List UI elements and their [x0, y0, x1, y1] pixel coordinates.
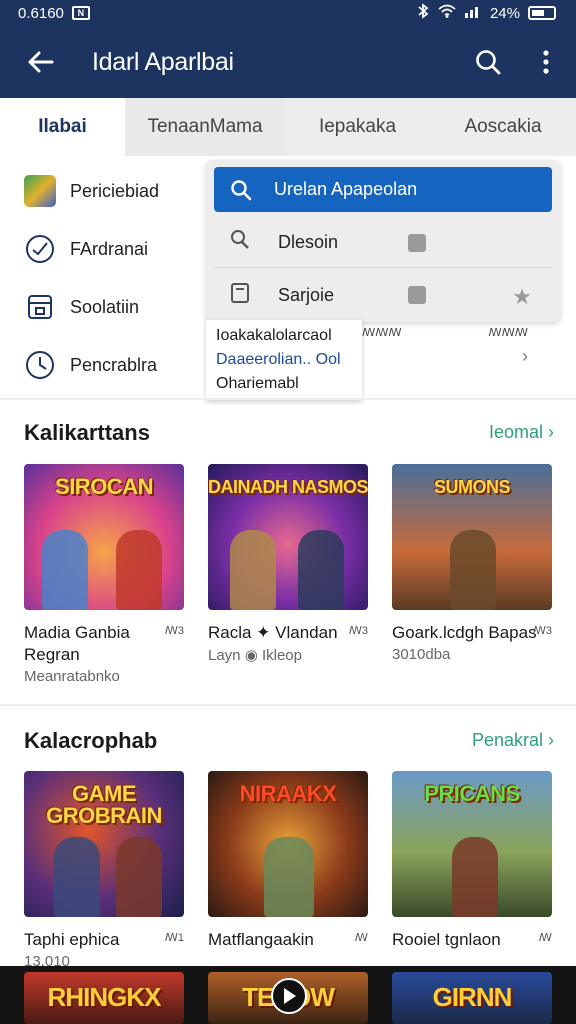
side-menu: Periciebiad FArdranai Soolatiin Pencrabl…: [0, 162, 200, 394]
chevron-right-icon[interactable]: ›: [522, 346, 528, 367]
play-button[interactable]: [271, 978, 307, 1014]
menu-item-2[interactable]: Soolatiin: [0, 278, 200, 336]
card-rating: ꟿ1: [164, 932, 184, 944]
suggestion-line-2: Daaeerolian.. Ool: [216, 351, 341, 368]
page-title: Idarl Aparlbai: [92, 48, 234, 76]
arrow-left-icon: [28, 51, 54, 73]
dropdown-search-text: Urelan Apapeolan: [274, 179, 418, 199]
search-person-icon: [228, 228, 256, 257]
back-button[interactable]: [22, 44, 58, 80]
dropdown-search-field[interactable]: Urelan Apapeolan: [214, 167, 552, 212]
search-icon: [231, 179, 252, 200]
menu-item-0[interactable]: Periciebiad: [0, 162, 200, 220]
card-name: Taphi ephica: [24, 930, 120, 949]
store-icon: [24, 291, 56, 323]
game-thumbnail: GAME GROBRAIN: [24, 771, 184, 917]
menu-item-1[interactable]: FArdranai: [0, 220, 200, 278]
app-icon: [24, 175, 56, 207]
status-bar: 0.6160 N 24%: [0, 0, 576, 26]
bookmark-icon: [408, 233, 426, 252]
suggestion-line-1: Ioakakalolarcaol: [216, 327, 332, 344]
section-see-more-link[interactable]: Ieomal ›: [489, 422, 554, 443]
search-icon: [476, 50, 501, 75]
dropdown-row-0[interactable]: Dlesoin: [214, 218, 552, 268]
suggestion-side-text: ꟿꟿꟿ: [362, 327, 402, 339]
status-time: 0.6160: [18, 4, 64, 22]
game-card[interactable]: DAINADH NASMOS Racla ✦ Vlandan Layn ◉ Ik…: [208, 464, 368, 664]
more-options-button[interactable]: [532, 44, 560, 80]
dropdown-row-1[interactable]: Sarjoie ★: [214, 270, 552, 320]
clock-icon: [24, 349, 56, 381]
card-rating: ꟿ: [354, 932, 368, 944]
card-name: Goark.lcdgh Bapas: [392, 623, 537, 642]
game-card[interactable]: GAME GROBRAIN Taphi ephica 13.010 ꟿ1: [24, 771, 184, 970]
notification-icon: N: [71, 6, 90, 20]
app-bar: Idarl Aparlbai: [0, 26, 576, 98]
check-circle-icon: [24, 233, 56, 265]
star-icon[interactable]: ★: [512, 284, 532, 310]
game-thumbnail: SUMONS: [392, 464, 552, 610]
thumbnail-title: SUMONS: [433, 477, 511, 497]
section-title: Kalikarttans: [24, 420, 150, 445]
card-name: Rooiel tgnlaon: [392, 930, 501, 949]
card-rating: ꟿ3: [348, 625, 368, 637]
preview-card[interactable]: GIRNN: [392, 972, 552, 1024]
game-thumbnail: SIROCAN: [24, 464, 184, 610]
card-name: Racla ✦ Vlandan: [208, 623, 338, 642]
game-card[interactable]: SUMONS Goark.lcdgh Bapas 3010dba ꟿ3: [392, 464, 552, 663]
search-button[interactable]: [470, 44, 506, 80]
suggestion-side-text: ꟿꟿꟿ: [488, 327, 528, 339]
card-name: Matflangaakin: [208, 930, 314, 949]
game-card[interactable]: NIRAAKX Matflangaakin ꟿ: [208, 771, 368, 953]
tablet-icon: [228, 281, 256, 310]
preview-card-title: GIRNN: [432, 982, 513, 1012]
tab-2[interactable]: Iepakaka: [285, 98, 430, 156]
tab-0[interactable]: Ilabai: [0, 98, 125, 156]
preview-card-title: RHINGKX: [47, 982, 162, 1012]
battery-icon: [528, 6, 556, 20]
signal-icon: [464, 4, 482, 22]
card-subtitle: Meanratabnko: [24, 668, 120, 685]
card-rating: ꟿ3: [532, 625, 552, 637]
divider: [0, 704, 576, 706]
dropdown-row-label: Dlesoin: [278, 232, 339, 252]
menu-item-label: FArdranai: [70, 238, 149, 259]
suggestion-popup[interactable]: Ioakakalolarcaol Daaeerolian.. Ool Ohari…: [206, 320, 362, 400]
game-card[interactable]: SIROCAN Madia Ganbia Regran Meanratabnko…: [24, 464, 184, 685]
thumbnail-title: DAINADH NASMOS: [208, 477, 368, 497]
section-title: Kalacrophab: [24, 728, 158, 753]
game-thumbnail: PRICANS: [392, 771, 552, 917]
tab-3[interactable]: Aoscakia: [430, 98, 576, 156]
section-see-more-link[interactable]: Penakral ›: [472, 730, 554, 751]
bookmark-icon: [408, 286, 426, 304]
game-card[interactable]: PRICANS Rooiel tgnlaon ꟿ: [392, 771, 552, 953]
menu-item-label: Soolatiin: [70, 296, 140, 317]
battery-text: 24%: [489, 4, 520, 22]
thumbnail-title: PRICANS: [424, 781, 520, 806]
card-rating: ꟿ: [538, 932, 552, 944]
search-dropdown: Urelan Apapeolan Dlesoin Sarjoie ★: [206, 160, 560, 322]
game-thumbnail: DAINADH NASMOS: [208, 464, 368, 610]
thumbnail-title: SIROCAN: [55, 474, 153, 499]
preview-card[interactable]: RHINGKX: [24, 972, 184, 1024]
card-subtitle: Layn ◉ Ikleop: [208, 647, 302, 664]
thumbnail-title: GAME GROBRAIN: [46, 781, 162, 828]
game-thumbnail: NIRAAKX: [208, 771, 368, 917]
divider: [0, 398, 576, 400]
menu-item-label: Periciebiad: [70, 180, 160, 201]
thumbnail-title: NIRAAKX: [239, 781, 337, 806]
wifi-icon: [438, 4, 456, 22]
card-name: Madia Ganbia Regran: [24, 623, 130, 664]
menu-item-label: Pencrablra: [70, 354, 158, 375]
more-vert-icon: [543, 50, 549, 74]
play-icon: [284, 988, 296, 1004]
tab-bar: Ilabai TenaanMama Iepakaka Aoscakia: [0, 98, 576, 156]
dropdown-row-label: Sarjoie: [278, 284, 335, 305]
bluetooth-icon: [416, 3, 430, 23]
tab-1[interactable]: TenaanMama: [125, 98, 285, 156]
card-subtitle: 3010dba: [392, 646, 451, 663]
card-rating: ꟿ3: [164, 625, 184, 637]
menu-item-3[interactable]: Pencrablra: [0, 336, 200, 394]
suggestion-line-3: Ohariemabl: [216, 375, 299, 392]
